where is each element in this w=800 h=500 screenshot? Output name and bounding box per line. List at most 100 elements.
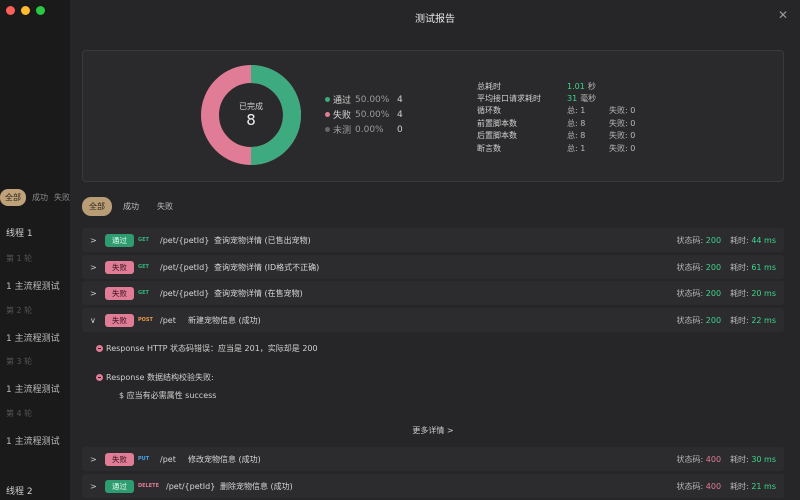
close-icon[interactable]: ✕ xyxy=(776,8,790,22)
chevron-right-icon[interactable]: > xyxy=(90,289,98,298)
result-row[interactable]: > 失败 GET /pet/{petId} 查询宠物详情 (ID格式不正确) 状… xyxy=(82,255,784,279)
legend-pass-pct: 50.00% xyxy=(355,94,390,105)
legend-pass: 通过 50.00% 4 xyxy=(325,92,403,107)
chevron-right-icon[interactable]: > xyxy=(90,236,98,245)
bg-thread-1[interactable]: 线程 1 xyxy=(6,226,33,239)
status-badge: 失败 xyxy=(105,286,134,300)
stat-post-scripts: 后置脚本数 总: 8 失败: 0 xyxy=(477,131,636,141)
stat-total-time: 总耗时 1.01 秒 xyxy=(477,81,596,91)
bg-process-1[interactable]: 1 主流程测试 xyxy=(6,279,60,292)
stats-table: 总耗时 1.01 秒 平均接口请求耗时 31 毫秒 循环数 总: 1 失败: 0… xyxy=(477,80,635,154)
legend-fail: 失败 50.00% 4 xyxy=(325,107,403,122)
result-row-expanded[interactable]: ∨ 失败 POST /pet 新建宠物信息 (成功) 状态码: 200 耗时: … xyxy=(82,308,784,332)
error-message: Response HTTP 状态码错误：应当是 201，实际却是 200 xyxy=(96,343,318,354)
method-label: PUT xyxy=(138,456,150,462)
stat-pre-scripts: 前置脚本数 总: 8 失败: 0 xyxy=(477,118,636,128)
row-detail-panel: Response HTTP 状态码错误：应当是 201，实际却是 200 Res… xyxy=(82,332,784,446)
maximize-window-button[interactable] xyxy=(36,6,45,15)
duration: 61 ms xyxy=(751,262,776,272)
status-code: 400 xyxy=(705,454,722,464)
error-text: Response 数据结构校验失败: xyxy=(106,373,214,382)
chevron-down-icon[interactable]: ∨ xyxy=(90,316,98,325)
method-label: POST xyxy=(138,317,153,323)
api-path: /pet/{petId} xyxy=(160,235,210,245)
status-code-label: 状态码: xyxy=(676,315,704,325)
filter-fail[interactable]: 失败 xyxy=(150,197,180,216)
result-row[interactable]: > 失败 GET /pet/{petId} 查询宠物详情 (在售宠物) 状态码:… xyxy=(82,281,784,305)
legend-fail-pct: 50.00% xyxy=(355,109,390,120)
row-metrics: 状态码: 200 耗时: 22 ms xyxy=(677,315,776,326)
row-metrics: 状态码: 400 耗时: 30 ms xyxy=(677,454,776,465)
chevron-right-icon[interactable]: > xyxy=(90,263,98,272)
bg-filter-fail[interactable]: 失败 xyxy=(54,192,70,203)
api-path: /pet xyxy=(160,454,176,464)
status-code-label: 状态码: xyxy=(676,262,704,272)
filter-all[interactable]: 全部 xyxy=(82,197,112,216)
row-metrics: 状态码: 400 耗时: 21 ms xyxy=(677,481,776,492)
chevron-right-icon[interactable]: > xyxy=(90,455,98,464)
filter-success[interactable]: 成功 xyxy=(116,197,146,216)
legend-fail-count: 4 xyxy=(397,109,403,120)
error-icon xyxy=(96,374,103,381)
method-label: GET xyxy=(138,290,149,296)
bg-filter-all[interactable]: 全部 xyxy=(0,189,26,206)
duration: 44 ms xyxy=(751,235,776,245)
api-description: 查询宠物详情 (ID格式不正确) xyxy=(214,262,320,272)
status-code-label: 状态码: xyxy=(676,481,704,491)
method-label: GET xyxy=(138,264,149,270)
status-code: 200 xyxy=(705,315,722,325)
status-badge: 通过 xyxy=(105,479,134,493)
result-row[interactable]: > 通过 GET /pet/{petId} 查询宠物详情 (已售出宠物) 状态码… xyxy=(82,228,784,252)
api-description: 新建宠物信息 (成功) xyxy=(188,315,261,325)
duration: 21 ms xyxy=(751,481,776,491)
method-label: DELETE xyxy=(138,483,159,489)
stat-avg-time: 平均接口请求耗时 31 毫秒 xyxy=(477,94,597,104)
bg-process-4[interactable]: 1 主流程测试 xyxy=(6,434,60,447)
bg-thread-2[interactable]: 线程 2 xyxy=(6,484,33,497)
status-badge: 失败 xyxy=(105,452,134,466)
api-description: 删除宠物信息 (成功) xyxy=(220,481,293,491)
status-code-label: 状态码: xyxy=(676,235,704,245)
status-code: 400 xyxy=(705,481,722,491)
status-badge: 失败 xyxy=(105,260,134,274)
untested-dot-icon xyxy=(325,127,330,132)
api-path: /pet/{petId} xyxy=(160,288,210,298)
status-code-label: 状态码: xyxy=(676,288,704,298)
more-details-link[interactable]: 更多详情 > xyxy=(82,425,784,436)
bg-filter-success[interactable]: 成功 xyxy=(32,192,48,203)
api-description: 修改宠物信息 (成功) xyxy=(188,454,261,464)
bg-round-4: 第 4 轮 xyxy=(6,409,33,418)
minimize-window-button[interactable] xyxy=(21,6,30,15)
chevron-right-icon[interactable]: > xyxy=(90,482,98,491)
duration: 30 ms xyxy=(751,454,776,464)
stat-asserts: 断言数 总: 1 失败: 0 xyxy=(477,143,636,153)
result-row[interactable]: > 失败 PUT /pet 修改宠物信息 (成功) 状态码: 400 耗时: 3… xyxy=(82,447,784,471)
stat-loops: 循环数 总: 1 失败: 0 xyxy=(477,106,636,116)
duration-label: 耗时: xyxy=(730,288,749,298)
legend-pass-name: 通过 xyxy=(333,96,352,106)
result-row[interactable]: > 通过 DELETE /pet/{petId} 删除宠物信息 (成功) 状态码… xyxy=(82,474,784,498)
duration: 22 ms xyxy=(751,315,776,325)
bg-process-3[interactable]: 1 主流程测试 xyxy=(6,382,60,395)
status-code: 200 xyxy=(705,262,722,272)
legend-untested: 未测 0.00% 0 xyxy=(325,122,403,137)
result-legend: 通过 50.00% 4 失败 50.00% 4 未测 0.00% 0 xyxy=(325,92,403,137)
test-report-modal: 测试报告 ✕ 已完成 8 通过 50.00% 4 失败 50.00% 4 未测 … xyxy=(70,0,800,500)
donut-count: 8 xyxy=(246,111,256,129)
fail-dot-icon xyxy=(325,112,330,117)
bg-round-3: 第 3 轮 xyxy=(6,357,33,366)
row-metrics: 状态码: 200 耗时: 44 ms xyxy=(677,235,776,246)
bg-process-2[interactable]: 1 主流程测试 xyxy=(6,331,60,344)
api-description: 查询宠物详情 (已售出宠物) xyxy=(214,235,311,245)
window-controls xyxy=(6,6,45,15)
duration-label: 耗时: xyxy=(730,262,749,272)
legend-pass-count: 4 xyxy=(397,94,403,105)
api-description: 查询宠物详情 (在售宠物) xyxy=(214,288,303,298)
api-path: /pet/{petId} xyxy=(166,481,216,491)
legend-fail-name: 失败 xyxy=(333,111,352,121)
duration-label: 耗时: xyxy=(730,454,749,464)
legend-untested-pct: 0.00% xyxy=(355,124,384,135)
error-icon xyxy=(96,345,103,352)
api-path: /pet xyxy=(160,315,176,325)
close-window-button[interactable] xyxy=(6,6,15,15)
